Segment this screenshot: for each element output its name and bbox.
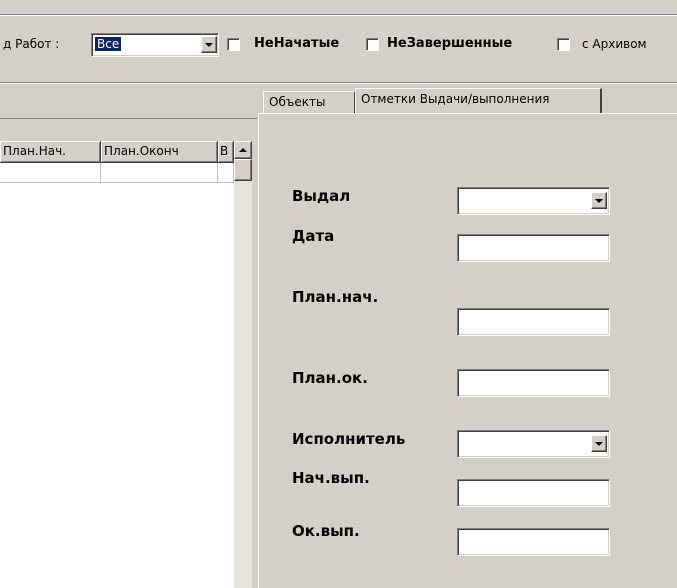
date-label: Дата (292, 227, 335, 245)
executor-dropdown-button[interactable] (591, 435, 607, 452)
plan-end-field[interactable] (457, 369, 610, 397)
tab-page: Выдал Дата План.нач. План.ок. Исполнител… (258, 113, 677, 588)
work-type-dropdown-button[interactable] (201, 36, 217, 53)
grid-cell[interactable] (101, 163, 218, 183)
chevron-down-icon (595, 198, 603, 203)
details-panel: Объекты Отметки Выдачи/выполнения Выдал … (258, 88, 677, 588)
issued-dropdown-button[interactable] (591, 192, 607, 209)
scrollbar-edge (252, 141, 257, 588)
chevron-up-icon (239, 148, 247, 152)
exec-end-label: Ок.вып. (292, 522, 360, 540)
executor-label: Исполнитель (292, 430, 406, 448)
with-archive-label: с Архивом (582, 37, 647, 51)
issued-combobox[interactable] (457, 187, 610, 215)
plan-end-label: План.ок. (292, 369, 368, 387)
toolbar: д Работ : Все НеНачатые НеЗавершенные с … (0, 0, 677, 88)
date-field[interactable] (457, 234, 610, 262)
grid-cell[interactable] (218, 163, 234, 183)
plan-start-label: План.нач. (292, 288, 379, 306)
exec-start-field[interactable] (457, 479, 610, 507)
grid-table[interactable]: План.Нач. План.Оконч В (0, 141, 257, 588)
column-header-plan-end[interactable]: План.Оконч (101, 141, 218, 163)
work-type-label: д Работ : (3, 37, 60, 51)
toolbar-top-divider-highlight (0, 15, 677, 16)
chevron-down-icon (205, 42, 213, 47)
work-type-selected-value: Все (95, 37, 122, 51)
not-completed-checkbox[interactable] (366, 38, 379, 51)
executor-combobox[interactable] (457, 430, 610, 458)
column-header-v[interactable]: В (218, 141, 234, 163)
exec-end-field[interactable] (457, 528, 610, 556)
tab-objects[interactable]: Объекты (263, 91, 355, 113)
issued-label: Выдал (292, 187, 351, 205)
vertical-scrollbar[interactable] (234, 141, 257, 588)
column-header-plan-start[interactable]: План.Нач. (0, 141, 101, 163)
not-started-label: НеНачатые (254, 36, 340, 51)
work-type-combobox[interactable]: Все (91, 33, 219, 57)
grid-panel: План.Нач. План.Оконч В (0, 88, 257, 588)
not-started-checkbox[interactable] (227, 38, 240, 51)
chevron-down-icon (595, 441, 603, 446)
exec-start-label: Нач.вып. (292, 469, 370, 487)
scroll-up-button[interactable] (234, 141, 252, 159)
scroll-thumb[interactable] (234, 159, 252, 181)
grid-cell[interactable] (0, 163, 101, 183)
with-archive-checkbox[interactable] (557, 38, 570, 51)
not-completed-label: НеЗавершенные (387, 36, 513, 51)
grid-panel-divider (0, 118, 257, 119)
plan-start-field[interactable] (457, 308, 610, 336)
toolbar-bottom-divider-highlight (0, 83, 677, 84)
tab-issue-execution-marks[interactable]: Отметки Выдачи/выполнения (355, 88, 602, 113)
